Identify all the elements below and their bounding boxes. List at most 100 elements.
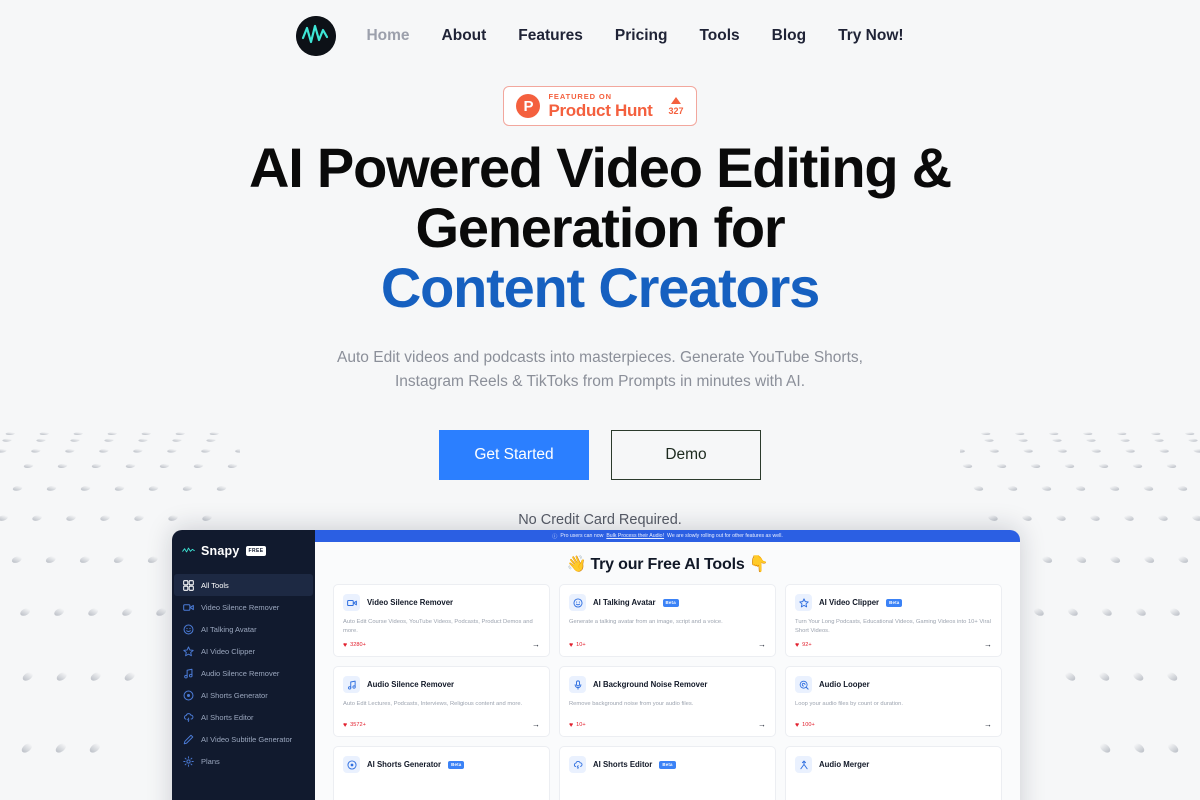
spiral-loop-icon: [795, 676, 812, 693]
nav-link-pricing[interactable]: Pricing: [615, 27, 668, 45]
product-hunt-upvote[interactable]: 327: [668, 96, 684, 116]
card-title: Audio Merger: [819, 760, 870, 769]
sidebar-item-label: AI Shorts Generator: [201, 690, 268, 700]
card-footer: ♥ 10+ →: [569, 721, 766, 729]
nav-link-features[interactable]: Features: [518, 27, 583, 45]
card-description: Loop your audio files by count or durati…: [795, 701, 903, 707]
nav-link-tools[interactable]: Tools: [699, 27, 739, 45]
card-likes: ♥ 92+: [795, 642, 812, 649]
sidebar-item-all-tools[interactable]: All Tools: [174, 574, 313, 596]
music-note-icon: [343, 676, 360, 693]
card-description: Turn Your Long Podcasts, Educational Vid…: [795, 619, 991, 634]
landing-page: Home About Features Pricing Tools Blog T…: [0, 0, 1200, 800]
card-arrow-icon[interactable]: →: [532, 721, 540, 729]
hero-cta-row: Get Started Demo: [0, 430, 1200, 480]
promo-banner-text-before: Pro users can now: [560, 533, 604, 539]
promo-banner-link[interactable]: Bulk Process their Audio!: [606, 533, 664, 539]
tool-card-ai-talking-avatar[interactable]: AI Talking Avatar Beta Generate a talkin…: [559, 584, 776, 657]
card-head: AI Shorts Editor Beta: [569, 756, 766, 773]
nav-link-home[interactable]: Home: [366, 27, 409, 45]
card-title: AI Shorts Generator: [367, 760, 442, 769]
card-title: AI Background Noise Remover: [593, 680, 708, 689]
tool-card-ai-background-noise-remover[interactable]: AI Background Noise Remover Remove backg…: [559, 666, 776, 737]
beta-badge: Beta: [448, 760, 465, 769]
card-footer: ♥ 100+ →: [795, 721, 992, 729]
card-head: Audio Silence Remover: [343, 676, 540, 693]
sidebar-item-label: AI Video Subtitle Generator: [201, 734, 293, 744]
tool-card-audio-looper[interactable]: Audio Looper Loop your audio files by co…: [785, 666, 1002, 737]
sidebar-item-plans[interactable]: Plans: [174, 750, 313, 772]
product-hunt-logo-icon: P: [516, 94, 541, 118]
heart-icon: ♥: [343, 721, 348, 729]
product-hunt-badge[interactable]: P FEATURED ON Product Hunt 327: [503, 86, 697, 126]
card-title: Video Silence Remover: [367, 598, 454, 607]
card-description: Generate a talking avatar from an image,…: [569, 619, 723, 625]
sidebar-item-video-silence-remover[interactable]: Video Silence Remover: [174, 596, 313, 618]
tool-card-video-silence-remover[interactable]: Video Silence Remover Auto Edit Course V…: [333, 584, 550, 657]
nav-link-try-now[interactable]: Try Now!: [838, 27, 903, 45]
tool-card-ai-video-clipper[interactable]: AI Video Clipper Beta Turn Your Long Pod…: [785, 584, 1002, 657]
tool-card-ai-shorts-editor[interactable]: AI Shorts Editor Beta: [559, 746, 776, 800]
product-hunt-text: FEATURED ON Product Hunt: [548, 93, 652, 120]
sidebar-item-label: Plans: [201, 756, 220, 766]
sidebar-item-label: Audio Silence Remover: [201, 668, 280, 678]
card-likes: ♥ 10+: [569, 642, 586, 649]
card-description: Auto Edit Lectures, Podcasts, Interviews…: [343, 701, 523, 707]
page-title: AI Powered Video Editing & Generation fo…: [210, 138, 990, 318]
card-description: Remove background noise from your audio …: [569, 701, 694, 707]
card-description: Auto Edit Course Videos, YouTube Videos,…: [343, 619, 533, 634]
brand-logo[interactable]: [296, 16, 337, 56]
sidebar-item-ai-talking-avatar[interactable]: AI Talking Avatar: [174, 618, 313, 640]
get-started-button[interactable]: Get Started: [439, 430, 589, 480]
music-note-icon: [184, 668, 193, 678]
info-icon: ⓘ: [552, 533, 558, 540]
sidebar-item-ai-shorts-editor[interactable]: AI Shorts Editor: [174, 706, 313, 728]
sidebar-item-audio-silence-remover[interactable]: Audio Silence Remover: [174, 662, 313, 684]
card-likes: ♥ 10+: [569, 722, 586, 729]
smiley-face-icon: [569, 594, 586, 611]
no-credit-card-note: No Credit Card Required.: [518, 512, 682, 528]
card-title: Audio Silence Remover: [367, 680, 455, 689]
plan-badge: FREE: [245, 546, 267, 556]
demo-button[interactable]: Demo: [611, 430, 761, 480]
nav-link-blog[interactable]: Blog: [772, 27, 806, 45]
heart-icon: ♥: [795, 721, 800, 729]
promo-banner[interactable]: ⓘ Pro users can now Bulk Process their A…: [315, 530, 1020, 542]
card-head: Audio Looper: [795, 676, 992, 693]
card-arrow-icon[interactable]: →: [758, 721, 766, 729]
card-footer: ♥ 10+ →: [569, 641, 766, 649]
app-sidebar: Snapy FREE All Tools Video Silence Remov…: [172, 530, 315, 800]
heart-icon: ♥: [569, 641, 574, 649]
hero-line-1: AI Powered Video Editing &: [248, 136, 952, 199]
beta-badge: Beta: [886, 598, 903, 607]
product-hunt-badge-wrap: P FEATURED ON Product Hunt 327: [0, 86, 1200, 126]
tool-card-ai-shorts-generator[interactable]: AI Shorts Generator Beta: [333, 746, 550, 800]
tool-card-audio-merger[interactable]: Audio Merger: [785, 746, 1002, 800]
tool-card-audio-silence-remover[interactable]: Audio Silence Remover Auto Edit Lectures…: [333, 666, 550, 737]
sidebar-item-label: Video Silence Remover: [201, 602, 280, 612]
card-footer: ♥ 92+ →: [795, 641, 992, 649]
pencil-icon: [183, 734, 194, 744]
product-hunt-upvote-count: 327: [668, 105, 684, 116]
beta-badge: Beta: [662, 598, 679, 607]
waveform-icon: [182, 546, 195, 557]
card-arrow-icon[interactable]: →: [758, 641, 766, 649]
tool-cards-grid: Video Silence Remover Auto Edit Course V…: [315, 584, 1020, 800]
upvote-caret-icon: [671, 96, 682, 104]
card-head: AI Shorts Generator Beta: [343, 756, 540, 773]
app-preview: Snapy FREE All Tools Video Silence Remov…: [172, 530, 1020, 800]
card-title: AI Shorts Editor: [593, 760, 653, 769]
sidebar-item-ai-shorts-generator[interactable]: AI Shorts Generator: [174, 684, 313, 706]
video-camera-icon: [183, 603, 194, 611]
hero-section: AI Powered Video Editing & Generation fo…: [0, 138, 1200, 529]
app-brand-name: Snapy: [201, 544, 240, 558]
nav-link-about[interactable]: About: [442, 27, 487, 45]
card-arrow-icon[interactable]: →: [984, 641, 992, 649]
card-arrow-icon[interactable]: →: [984, 721, 992, 729]
sidebar-item-ai-video-subtitle-generator[interactable]: AI Video Subtitle Generator: [174, 728, 313, 750]
sidebar-item-label: AI Talking Avatar: [201, 624, 257, 634]
sidebar-item-ai-video-clipper[interactable]: AI Video Clipper: [174, 640, 313, 662]
heart-icon: ♥: [569, 721, 574, 729]
card-arrow-icon[interactable]: →: [532, 641, 540, 649]
product-hunt-kicker: FEATURED ON: [548, 91, 612, 101]
